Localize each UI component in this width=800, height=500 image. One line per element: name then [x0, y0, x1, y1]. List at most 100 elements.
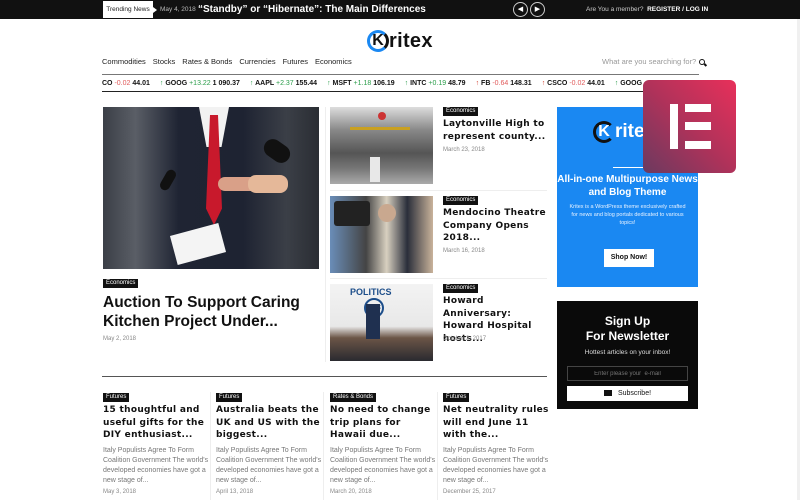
- newsletter-subtitle: Hottest articles on your inbox!: [584, 349, 671, 356]
- post-title[interactable]: No need to change trip plans for Hawaii …: [330, 404, 440, 442]
- ticker-item[interactable]: ↑ FB -0.64 148.31: [476, 80, 532, 87]
- login-link[interactable]: LOG IN: [686, 6, 708, 13]
- section-divider: [102, 376, 547, 377]
- shop-now-button[interactable]: Shop Now!: [604, 249, 654, 267]
- image-hand: [248, 175, 288, 193]
- elementor-logo-icon: [643, 80, 736, 173]
- logo-mark-icon: K: [367, 30, 389, 52]
- search-placeholder: What are you searching for?: [602, 57, 697, 66]
- menu-item-rates-bonds[interactable]: Rates & Bonds: [182, 57, 232, 66]
- ticker-price: 44.01: [132, 80, 150, 87]
- post-excerpt: Italy Populists Agree To Form Coalition …: [216, 447, 322, 484]
- prev-trending-button[interactable]: ◀: [513, 2, 528, 17]
- ticker-symbol: CO: [102, 80, 113, 87]
- category-badge[interactable]: Futures: [216, 393, 243, 402]
- ticker-symbol: CSCO: [547, 80, 568, 87]
- ticker-symbol: MSFT: [332, 80, 352, 87]
- post-date: March 20, 2018: [330, 489, 372, 495]
- search-icon[interactable]: [699, 58, 706, 65]
- ticker-price: 106.19: [373, 80, 395, 87]
- ticker-item[interactable]: ↑ AAPL +2.37 155.44: [250, 80, 317, 87]
- post-thumbnail[interactable]: [330, 107, 433, 184]
- column-divider: [210, 392, 211, 500]
- ticker-divider: [102, 91, 699, 92]
- ticker-price: 148.31: [510, 80, 532, 87]
- subscribe-button[interactable]: Subscribe!: [567, 386, 688, 401]
- stock-ticker: CO -0.02 44.01 ↑ GOOG +13.22 1 090.37 ↑ AA…: [102, 78, 699, 90]
- ticker-change: +0.19: [428, 80, 447, 87]
- site-logo[interactable]: K ritex: [367, 29, 433, 53]
- ticker-price: 1 090.37: [212, 80, 240, 87]
- category-badge[interactable]: Rates & Bonds: [330, 393, 377, 402]
- column-divider: [325, 107, 326, 362]
- post-excerpt: Italy Populists Agree To Form Coalition …: [103, 447, 209, 484]
- image-person: [370, 157, 380, 182]
- ticker-symbol: GOOG: [620, 80, 643, 87]
- post-title[interactable]: Net neutrality rules will end June 11 wi…: [443, 404, 553, 442]
- post-title[interactable]: Australia beats the UK and US with the b…: [216, 404, 326, 442]
- category-badge[interactable]: Economics: [443, 196, 479, 205]
- category-badge[interactable]: Economics: [103, 279, 139, 288]
- image-stop-sign: [378, 112, 386, 120]
- member-prompt: Are You a member?: [586, 6, 644, 13]
- category-badge[interactable]: Futures: [443, 393, 470, 402]
- elementor-bar: [685, 104, 711, 112]
- elementor-bar: [685, 122, 711, 130]
- menu-item-economics[interactable]: Economics: [315, 57, 352, 66]
- ticker-symbol: INTC: [410, 80, 427, 87]
- ticker-item[interactable]: ↑ CSCO -0.02 44.01: [542, 80, 605, 87]
- newsletter-title: Sign Up For Newsletter: [557, 314, 698, 344]
- column-divider: [437, 392, 438, 500]
- post-date: March 23, 2018: [443, 147, 485, 153]
- newsletter-title-line1: Sign Up: [604, 314, 651, 328]
- menu-item-futures[interactable]: Futures: [283, 57, 308, 66]
- category-badge[interactable]: Economics: [443, 284, 479, 293]
- post-title[interactable]: Mendocino Theatre Company Opens 2018...: [443, 207, 548, 245]
- ticker-item[interactable]: ↑ MSFT +1.18 106.19: [327, 80, 395, 87]
- email-field[interactable]: [567, 366, 688, 381]
- ticker-symbol: AAPL: [255, 80, 275, 87]
- trending-headline-link[interactable]: “Standby” or “Hibernate”: The Main Diffe…: [198, 0, 426, 19]
- menu-item-commodities[interactable]: Commodities: [102, 57, 146, 66]
- category-badge[interactable]: Economics: [443, 107, 479, 116]
- main-menu: Commodities Stocks Rates & Bonds Currenc…: [102, 57, 352, 66]
- post-excerpt: Italy Populists Agree To Form Coalition …: [443, 447, 549, 484]
- image-politics-text: POLITICS: [350, 287, 392, 297]
- ticker-item[interactable]: CO -0.02 44.01: [102, 80, 150, 87]
- post-title[interactable]: Laytonville High to represent county...: [443, 118, 548, 143]
- featured-image[interactable]: [103, 107, 319, 269]
- promo-title: All-in-one Multipurpose News and Blog Th…: [557, 174, 698, 198]
- envelope-icon: [603, 390, 612, 396]
- arrow-left-icon: ◀: [517, 6, 524, 13]
- image-microphone: [260, 135, 294, 167]
- logo-mark-icon: K: [593, 121, 615, 143]
- ticker-price: 44.01: [587, 80, 605, 87]
- menu-item-stocks[interactable]: Stocks: [153, 57, 176, 66]
- image-presenter: [366, 304, 380, 339]
- ticker-symbol: FB: [481, 80, 491, 87]
- ticker-price: 155.44: [295, 80, 318, 87]
- register-link[interactable]: REGISTER: [647, 6, 680, 13]
- featured-title[interactable]: Auction To Support Caring Kitchen Projec…: [103, 293, 323, 331]
- search-input[interactable]: What are you searching for?: [602, 57, 706, 66]
- ticker-change: +13.22: [189, 80, 211, 87]
- ticker-change: -0.02: [569, 80, 586, 87]
- category-badge[interactable]: Futures: [103, 393, 130, 402]
- post-divider: [330, 278, 547, 279]
- member-separator: /: [682, 6, 684, 13]
- ticker-item[interactable]: ↑ GOOG +13.22 1 090.37: [160, 80, 240, 87]
- ticker-item[interactable]: ↑ INTC +0.19 48.79: [405, 80, 466, 87]
- subscribe-label: Subscribe!: [617, 390, 652, 397]
- newsletter-widget: Sign Up For Newsletter Hottest articles …: [557, 301, 698, 409]
- image-sign: [350, 127, 410, 130]
- post-thumbnail[interactable]: POLITICS VOTE: [330, 284, 433, 361]
- post-title[interactable]: 15 thoughtful and useful gifts for the D…: [103, 404, 213, 442]
- post-date: March 16, 2018: [443, 248, 485, 254]
- next-trending-button[interactable]: ▶: [530, 2, 545, 17]
- post-thumbnail[interactable]: [330, 196, 433, 273]
- ticker-change: +2.37: [275, 80, 294, 87]
- menu-divider: [102, 74, 699, 75]
- menu-item-currencies[interactable]: Currencies: [239, 57, 275, 66]
- newsletter-title-line2: For Newsletter: [585, 329, 670, 343]
- featured-date: May 2, 2018: [103, 336, 137, 342]
